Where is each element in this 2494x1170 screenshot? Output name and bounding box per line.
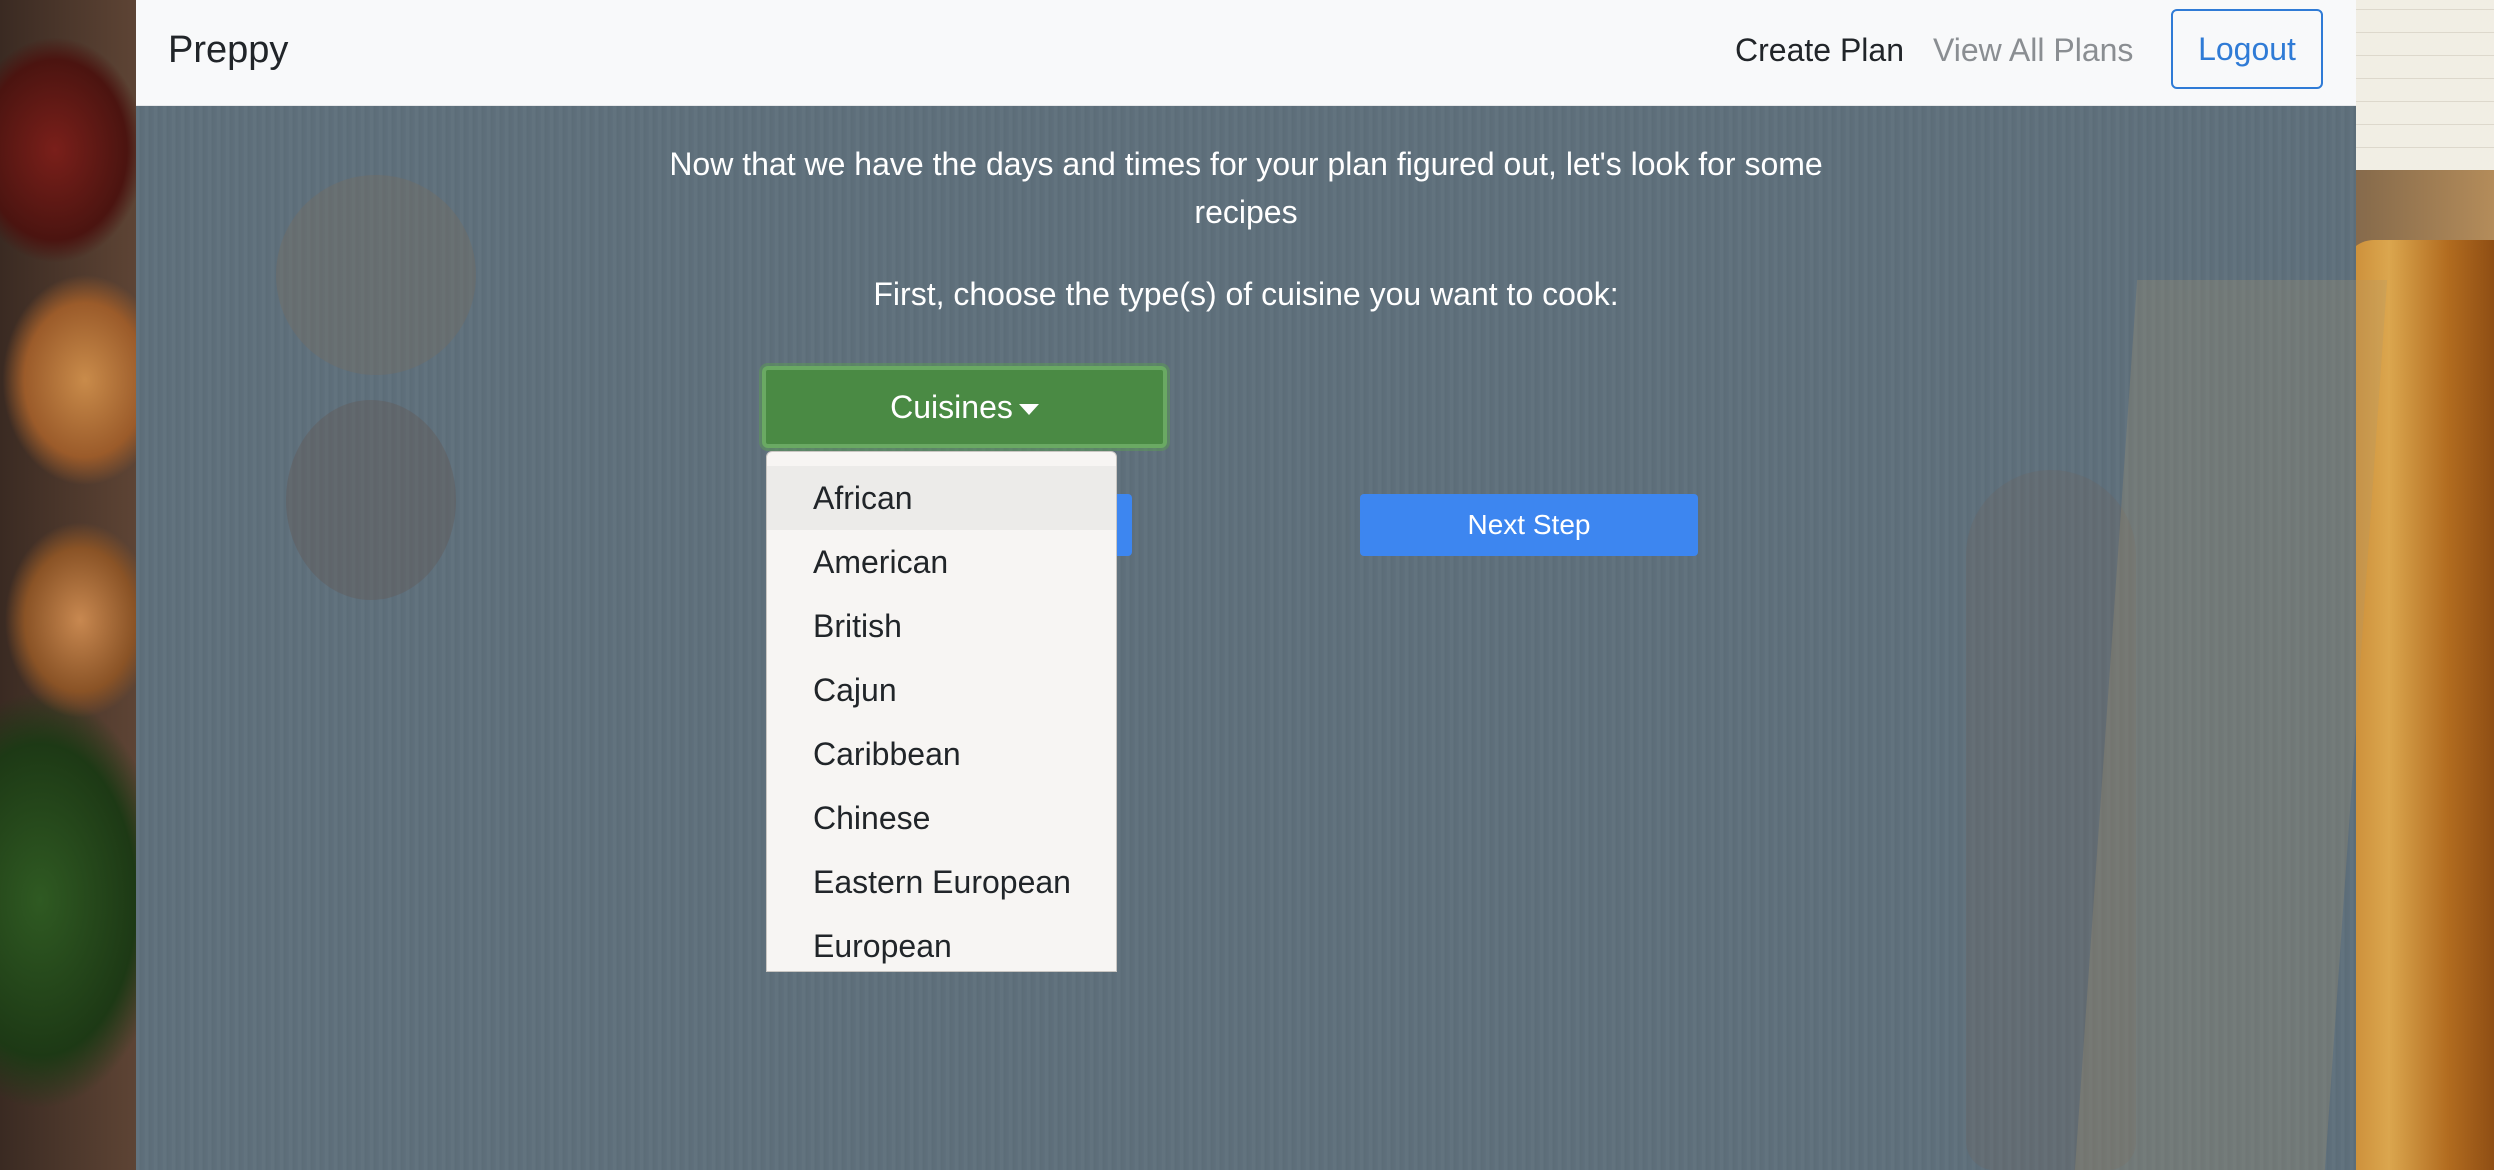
background-notepad-image bbox=[2352, 0, 2494, 170]
background-onion-shape bbox=[286, 400, 456, 600]
top-navbar: Preppy Create Plan View All Plans Logout bbox=[136, 0, 2356, 106]
cuisines-dropdown-button[interactable]: Cuisines bbox=[762, 366, 1167, 448]
dropdown-item-cajun[interactable]: Cajun bbox=[767, 658, 1116, 722]
brand-logo[interactable]: Preppy bbox=[168, 26, 288, 74]
background-onion-shape bbox=[276, 175, 476, 375]
dropdown-item-european[interactable]: European bbox=[767, 914, 1116, 971]
background-cutting-board-shape bbox=[2074, 280, 2388, 1170]
intro-text: Now that we have the days and times for … bbox=[669, 146, 1823, 230]
dropdown-item-chinese[interactable]: Chinese bbox=[767, 786, 1116, 850]
dropdown-item-african[interactable]: African bbox=[767, 466, 1116, 530]
next-step-button[interactable]: Next Step bbox=[1360, 494, 1698, 556]
dropdown-item-british[interactable]: British bbox=[767, 594, 1116, 658]
cuisine-prompt-text: First, choose the type(s) of cuisine you… bbox=[873, 276, 1619, 312]
dropdown-item-eastern-european[interactable]: Eastern European bbox=[767, 850, 1116, 914]
dropdown-item-american[interactable]: American bbox=[767, 530, 1116, 594]
cuisines-button-label: Cuisines bbox=[890, 388, 1013, 425]
nav-create-plan[interactable]: Create Plan bbox=[1735, 28, 1904, 72]
cuisines-dropdown-menu[interactable]: African American British Cajun Caribbean… bbox=[766, 451, 1117, 972]
nav-view-all-plans[interactable]: View All Plans bbox=[1933, 28, 2133, 72]
logout-button[interactable]: Logout bbox=[2171, 9, 2323, 89]
dropdown-item-caribbean[interactable]: Caribbean bbox=[767, 722, 1116, 786]
caret-down-icon bbox=[1018, 403, 1039, 415]
